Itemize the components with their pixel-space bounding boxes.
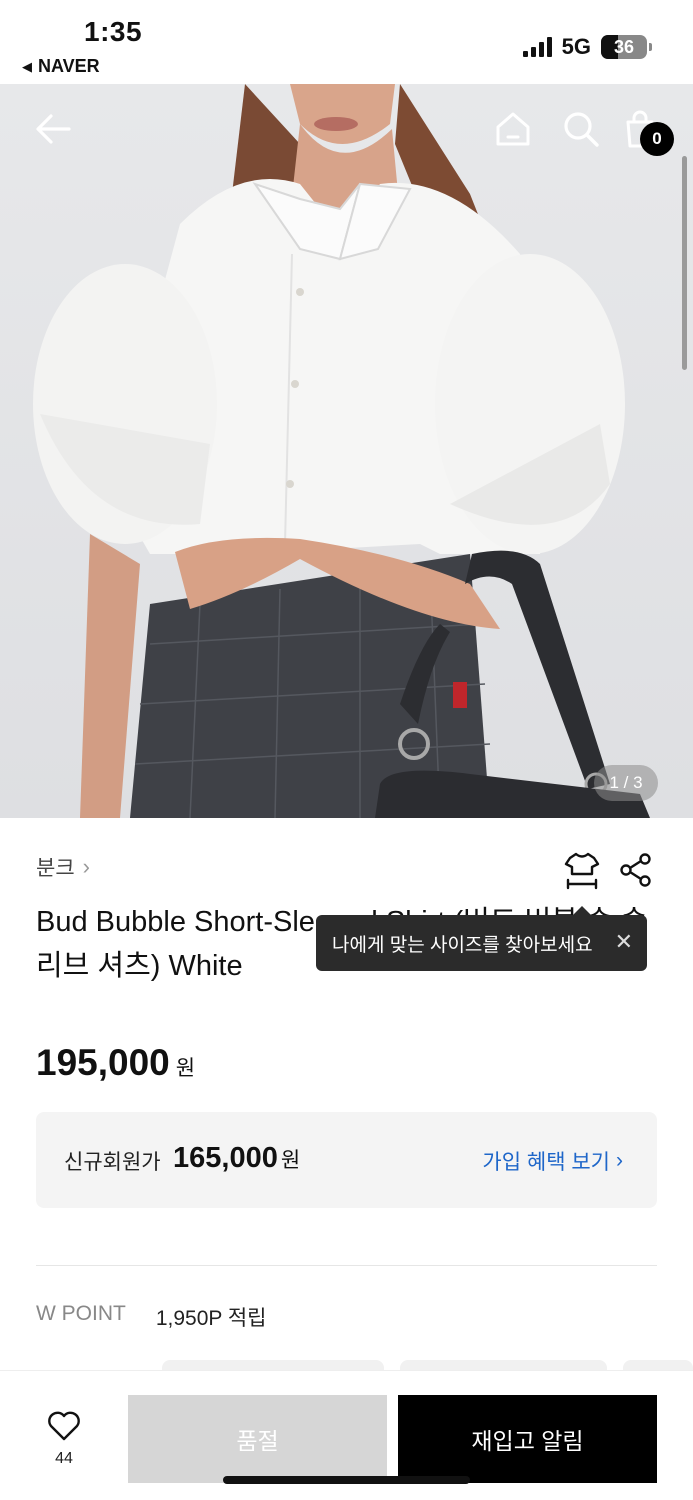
member-price-label: 신규회원가 bbox=[64, 1151, 161, 1174]
join-benefits-link[interactable]: 가입 혜택 보기 › bbox=[482, 1146, 623, 1176]
option-chip[interactable] bbox=[623, 1360, 693, 1370]
size-guide-icon[interactable] bbox=[562, 850, 602, 895]
battery-level: 36 bbox=[613, 36, 635, 57]
option-chip[interactable] bbox=[162, 1360, 384, 1370]
signal-icon bbox=[522, 37, 552, 57]
member-price-box: 신규회원가 165,000 원 가입 혜택 보기 › bbox=[36, 1112, 657, 1208]
close-icon[interactable]: ✕ bbox=[615, 929, 633, 955]
product-price: 195,000 원 bbox=[36, 1042, 195, 1084]
back-to-app-button[interactable]: ◀ NAVER bbox=[22, 56, 100, 77]
search-icon[interactable] bbox=[558, 106, 604, 152]
points-label: W POINT bbox=[36, 1302, 126, 1325]
chevron-right-icon: › bbox=[82, 854, 90, 879]
brand-name: 분크 bbox=[36, 857, 75, 880]
member-price-value: 165,000 bbox=[173, 1142, 278, 1174]
wish-count: 44 bbox=[55, 1450, 73, 1467]
status-indicators: 5G 36 bbox=[522, 34, 652, 60]
back-triangle-icon: ◀ bbox=[22, 58, 32, 74]
restock-alert-button[interactable]: 재입고 알림 bbox=[398, 1395, 657, 1483]
price-currency: 원 bbox=[175, 1057, 196, 1080]
status-time: 1:35 bbox=[84, 16, 143, 47]
brand-link[interactable]: 분크 › bbox=[36, 852, 90, 882]
divider bbox=[36, 1265, 657, 1266]
cart-count-badge[interactable]: 0 bbox=[640, 122, 674, 156]
wishlist-button[interactable]: 44 bbox=[42, 1411, 86, 1468]
points-value: 1,950P 적립 bbox=[155, 1307, 267, 1330]
share-icon[interactable] bbox=[618, 852, 654, 893]
battery-icon: 36 bbox=[601, 35, 652, 59]
home-icon[interactable] bbox=[490, 106, 536, 152]
scrollbar[interactable] bbox=[682, 156, 687, 370]
back-arrow-icon[interactable] bbox=[30, 106, 76, 152]
tooltip-text: 나에게 맞는 사이즈를 찾아보세요 bbox=[332, 934, 593, 956]
product-image-gallery[interactable] bbox=[0, 84, 693, 818]
points-row: W POINT 1,950P 적립 bbox=[36, 1302, 266, 1332]
sold-out-button[interactable]: 품절 bbox=[128, 1395, 387, 1483]
member-price-currency: 원 bbox=[280, 1149, 301, 1172]
image-pager: 1 / 3 bbox=[594, 765, 658, 801]
option-chip[interactable] bbox=[400, 1360, 607, 1370]
heart-icon bbox=[47, 1411, 81, 1446]
size-tooltip: 나에게 맞는 사이즈를 찾아보세요 ✕ bbox=[316, 906, 647, 971]
status-bar: 1:35 ◀ NAVER 5G 36 bbox=[0, 0, 693, 84]
home-indicator[interactable] bbox=[223, 1476, 470, 1484]
network-type: 5G bbox=[561, 34, 591, 59]
member-price: 165,000 원 bbox=[173, 1142, 300, 1175]
price-value: 195,000 bbox=[36, 1042, 170, 1083]
chevron-right-icon: › bbox=[616, 1149, 623, 1172]
back-app-label: NAVER bbox=[38, 56, 100, 76]
product-photo bbox=[33, 84, 650, 818]
join-benefits-label: 가입 혜택 보기 bbox=[482, 1151, 610, 1174]
